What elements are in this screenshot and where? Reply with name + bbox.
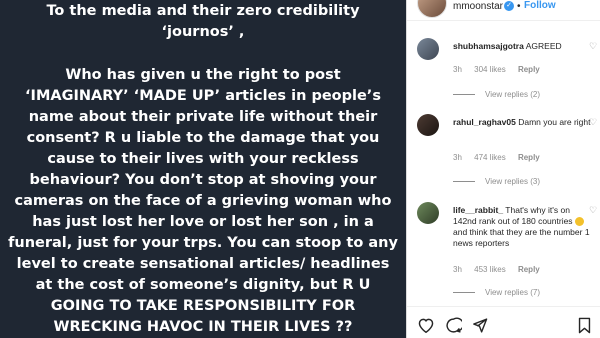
follow-button[interactable]: Follow bbox=[524, 0, 556, 11]
comment-username[interactable]: shubhamsajgotra bbox=[453, 41, 524, 51]
post-line: cameras on the face of a grieving woman … bbox=[14, 193, 392, 209]
divider bbox=[453, 181, 475, 183]
post-actions-bar bbox=[407, 306, 600, 338]
heart-icon[interactable]: ♡ bbox=[589, 117, 597, 128]
post-line: Who has given u the right to post bbox=[65, 67, 341, 83]
view-replies-button[interactable]: View replies (7) bbox=[453, 288, 540, 297]
comment-likes[interactable]: 304 likes bbox=[474, 65, 506, 74]
post-line: WRECKING HAVOC IN THEIR LIVES ?? bbox=[53, 319, 353, 335]
view-replies-button[interactable]: View replies (3) bbox=[453, 177, 540, 186]
verified-badge-icon: ✓ bbox=[504, 1, 514, 11]
post-line: name about their private life without th… bbox=[28, 109, 378, 125]
comment-meta: 3h 474 likes Reply bbox=[453, 153, 550, 162]
comment-text: rahul_raghav05 Damn you are right bbox=[453, 117, 595, 128]
avatar[interactable] bbox=[417, 0, 447, 18]
comment-time: 3h bbox=[453, 65, 462, 74]
comments-panel: mmoonstar ✓ • Follow shubhamsajgotra AGR… bbox=[406, 0, 600, 338]
view-replies-label: View replies (7) bbox=[485, 288, 540, 297]
reply-button[interactable]: Reply bbox=[518, 265, 540, 274]
heart-icon[interactable]: ♡ bbox=[589, 41, 597, 52]
comment-text: life__rabbit_ That's why it's on 142nd r… bbox=[453, 205, 595, 249]
post-line: at the cost of someone’s dignity, but R … bbox=[35, 277, 371, 293]
post-line: consent? R u liable to the damage that y… bbox=[26, 130, 380, 146]
comment-username[interactable]: rahul_raghav05 bbox=[453, 117, 516, 127]
post-image[interactable]: To the media and their zero credibility … bbox=[0, 0, 406, 338]
post-line: cause to their lives with your reckless bbox=[47, 151, 359, 167]
divider bbox=[407, 20, 600, 21]
avatar[interactable] bbox=[417, 38, 439, 60]
divider bbox=[453, 94, 475, 96]
comment-username[interactable]: life__rabbit_ bbox=[453, 205, 503, 215]
comment-body: Damn you are right bbox=[518, 117, 591, 127]
post-line: ‘IMAGINARY’ ‘MADE UP’ articles in people… bbox=[25, 88, 381, 104]
separator-dot: • bbox=[517, 1, 521, 12]
view-replies-label: View replies (2) bbox=[485, 90, 540, 99]
comment-time: 3h bbox=[453, 153, 462, 162]
comment-text: shubhamsajgotra AGREED bbox=[453, 41, 595, 52]
avatar[interactable] bbox=[417, 202, 439, 224]
comment-time: 3h bbox=[453, 265, 462, 274]
instagram-post-view: To the media and their zero credibility … bbox=[0, 0, 600, 338]
post-line: level to create sensational articles/ he… bbox=[16, 256, 390, 272]
comment-meta: 3h 453 likes Reply bbox=[453, 265, 550, 274]
post-line: GOING TO TAKE RESPONSIBILITY FOR bbox=[50, 298, 356, 314]
post-author-username[interactable]: mmoonstar bbox=[453, 1, 503, 12]
post-header: mmoonstar ✓ • Follow bbox=[407, 0, 600, 20]
reply-button[interactable]: Reply bbox=[518, 65, 540, 74]
view-replies-label: View replies (3) bbox=[485, 177, 540, 186]
post-line: funeral, just for your trps. You can sto… bbox=[8, 235, 398, 251]
bookmark-icon[interactable] bbox=[577, 317, 592, 338]
heart-icon[interactable] bbox=[417, 317, 435, 337]
reply-button[interactable]: Reply bbox=[518, 153, 540, 162]
post-line: To the media and their zero credibility bbox=[46, 3, 360, 19]
post-line: has just lost her love or lost her son ,… bbox=[32, 214, 374, 230]
view-replies-button[interactable]: View replies (2) bbox=[453, 90, 540, 99]
share-icon[interactable] bbox=[471, 317, 488, 338]
post-line: behaviour? You don’t stop at shoving you… bbox=[29, 172, 377, 188]
comment-likes[interactable]: 474 likes bbox=[474, 153, 506, 162]
comment-meta: 3h 304 likes Reply bbox=[453, 65, 550, 74]
comment-likes[interactable]: 453 likes bbox=[474, 265, 506, 274]
comment-body: and think that they are the number 1 new… bbox=[453, 227, 590, 248]
avatar[interactable] bbox=[417, 114, 439, 136]
divider bbox=[453, 292, 475, 294]
heart-icon[interactable]: ♡ bbox=[589, 205, 597, 216]
post-line: ‘journos’ , bbox=[161, 24, 245, 40]
comment-icon[interactable] bbox=[445, 317, 464, 338]
laughing-emoji-icon bbox=[574, 217, 584, 227]
comment-body: AGREED bbox=[525, 41, 562, 51]
